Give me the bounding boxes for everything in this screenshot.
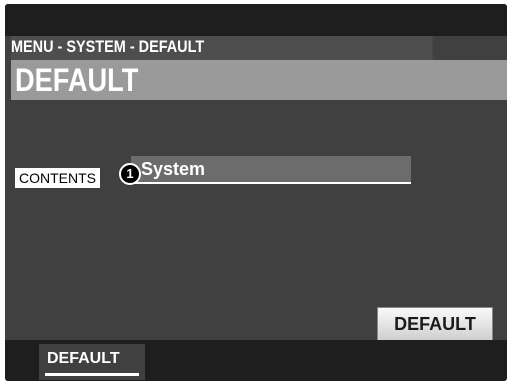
breadcrumb: MENU - SYSTEM - DEFAULT [11,36,433,60]
top-strip [5,4,507,36]
tab-default[interactable]: DEFAULT [39,344,145,380]
callout-marker-icon: 1 [119,163,141,185]
contents-value: System [141,159,206,179]
title-bar: DEFAULT [11,60,507,100]
main-area [5,100,507,340]
display-screen: MENU - SYSTEM - DEFAULT DEFAULT System C… [5,4,507,381]
page-title: DEFAULT [15,62,139,98]
contents-label: CONTENTS [15,168,100,188]
tab-selected-indicator [45,373,139,376]
contents-value-field[interactable]: System [131,156,411,184]
default-button[interactable]: DEFAULT [377,307,493,341]
tab-default-label: DEFAULT [47,350,120,367]
